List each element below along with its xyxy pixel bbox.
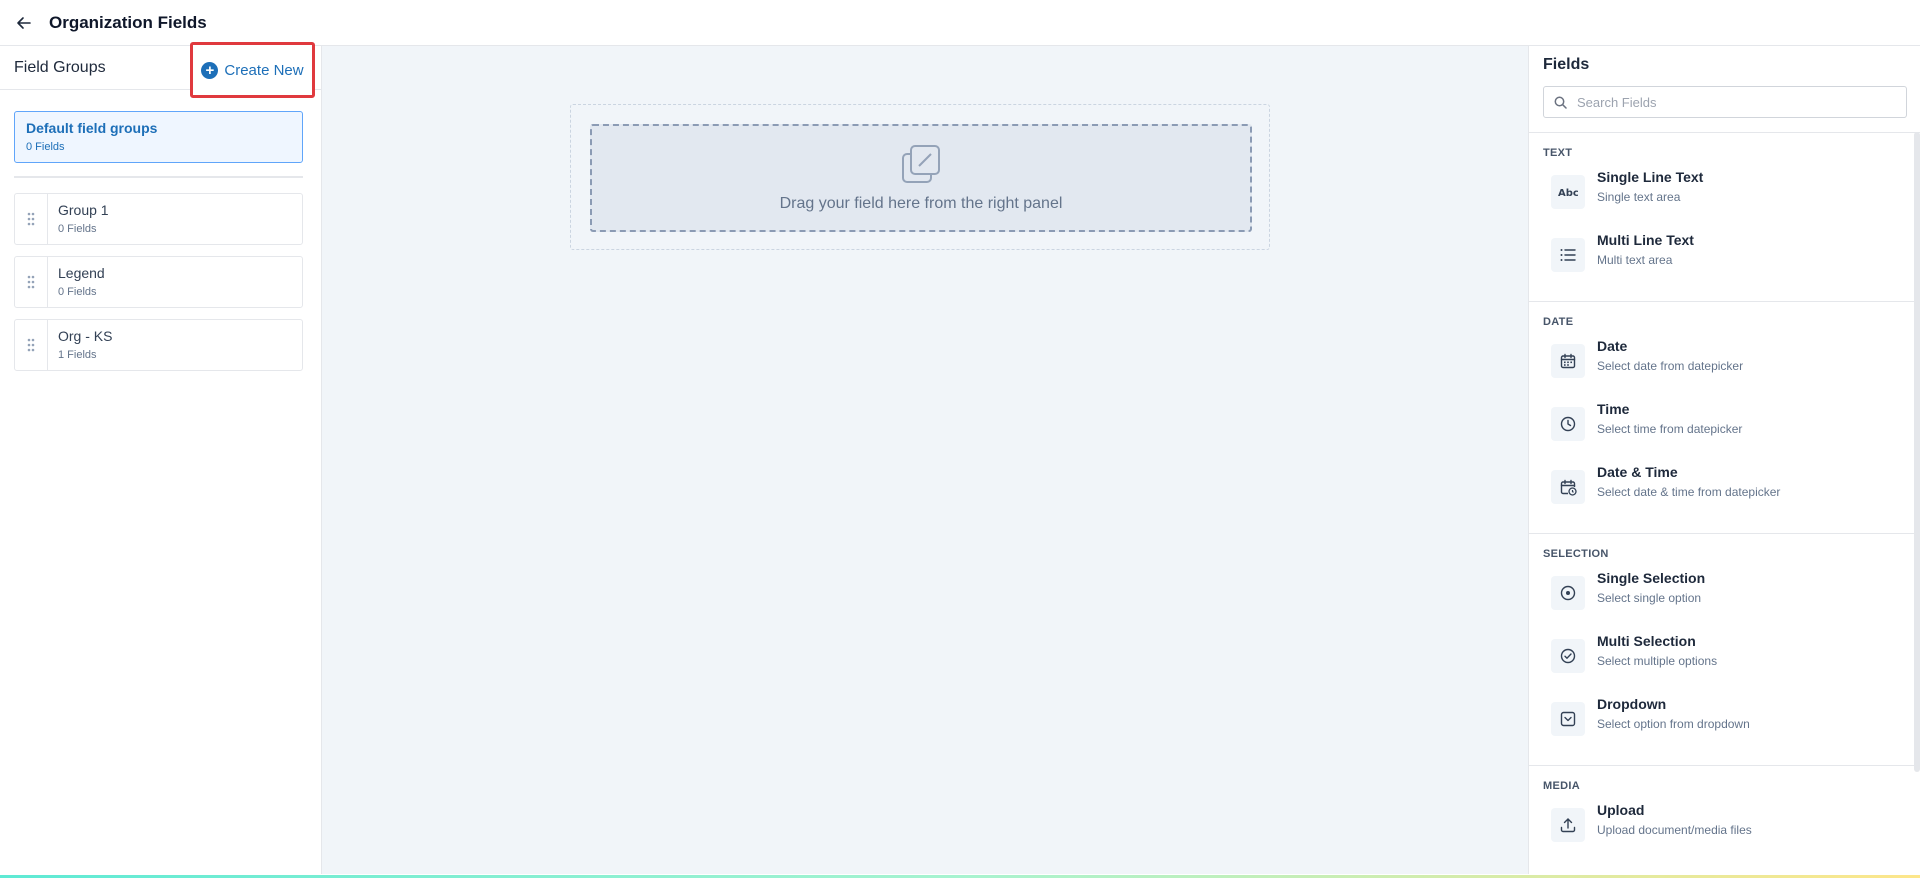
copy-icon [902, 145, 940, 183]
field-single-line-text[interactable]: Abc Single Line Text Single text area [1529, 169, 1920, 232]
group-count: 0 Fields [58, 223, 97, 235]
arrow-left-icon [17, 16, 31, 29]
field-multi-selection[interactable]: Multi Selection Select multiple options [1529, 633, 1920, 696]
default-field-group[interactable]: Default field groups 0 Fields [14, 111, 303, 163]
upload-icon [1551, 808, 1585, 842]
drop-zone-text: Drag your field here from the right pane… [779, 195, 1063, 212]
search-box [1543, 86, 1907, 118]
drop-zone[interactable]: Drag your field here from the right pane… [590, 124, 1252, 232]
drop-zone-container: Drag your field here from the right pane… [570, 104, 1270, 250]
section-selection: SELECTION Single Selection Select single… [1529, 534, 1920, 766]
fields-title: Fields [1543, 56, 1590, 73]
fields-list: TEXT Abc Single Line Text Single text ar… [1529, 132, 1920, 874]
group-title: Org - KS [58, 328, 113, 344]
group-count: 0 Fields [26, 141, 65, 153]
field-date[interactable]: Date Select date from datepicker [1529, 338, 1920, 401]
section-label: SELECTION [1543, 548, 1609, 560]
field-groups-panel: Field Groups + Create New Default field … [0, 42, 322, 874]
fields-panel: Fields TEXT Abc Single Line Text Single … [1528, 46, 1920, 874]
create-new-label: Create New [224, 61, 304, 79]
field-dropdown[interactable]: Dropdown Select option from dropdown [1529, 696, 1920, 759]
field-groups-title: Field Groups [14, 58, 106, 76]
section-date: DATE Date Select date from datepicker Ti… [1529, 302, 1920, 534]
clock-icon [1551, 407, 1585, 441]
group-card[interactable]: Org - KS 1 Fields [14, 319, 303, 371]
drag-handle-icon[interactable] [15, 257, 48, 307]
field-multi-line-text[interactable]: Multi Line Text Multi text area [1529, 232, 1920, 295]
svg-text:Abc: Abc [1558, 188, 1578, 199]
group-title: Default field groups [26, 120, 158, 136]
field-desc: Select time from datepicker [1597, 422, 1743, 436]
calendar-icon [1551, 344, 1585, 378]
field-name: Date [1597, 338, 1628, 354]
field-desc: Upload document/media files [1597, 823, 1752, 837]
section-label: DATE [1543, 316, 1574, 328]
section-label: TEXT [1543, 147, 1573, 159]
field-desc: Select option from dropdown [1597, 717, 1750, 731]
list-icon [1551, 238, 1585, 272]
calendar-clock-icon [1551, 470, 1585, 504]
group-count: 0 Fields [58, 286, 97, 298]
field-name: Single Selection [1597, 570, 1706, 586]
page-title: Organization Fields [49, 12, 207, 32]
group-count: 1 Fields [58, 349, 97, 361]
dropdown-icon [1551, 702, 1585, 736]
field-date-time[interactable]: Date & Time Select date & time from date… [1529, 464, 1920, 527]
field-name: Date & Time [1597, 464, 1678, 480]
section-media: MEDIA Upload Upload document/media files [1529, 766, 1920, 871]
drag-handle-icon[interactable] [15, 194, 48, 244]
field-groups-header: Field Groups + Create New [0, 42, 321, 98]
drag-handle-icon[interactable] [15, 320, 48, 370]
field-desc: Select date & time from datepicker [1597, 485, 1781, 499]
field-name: Time [1597, 401, 1630, 417]
check-circle-icon [1551, 639, 1585, 673]
abc-icon: Abc [1551, 175, 1585, 209]
field-time[interactable]: Time Select time from datepicker [1529, 401, 1920, 464]
divider [14, 176, 303, 178]
radio-icon [1551, 576, 1585, 610]
field-name: Upload [1597, 802, 1645, 818]
field-desc: Multi text area [1597, 253, 1673, 267]
top-header: Organization Fields [0, 0, 1920, 46]
create-new-button[interactable]: + Create New [190, 42, 315, 98]
fields-scrollbar[interactable] [1914, 132, 1920, 772]
form-canvas: Drag your field here from the right pane… [322, 46, 1528, 874]
group-title: Group 1 [58, 202, 109, 218]
group-title: Legend [58, 265, 105, 281]
field-name: Dropdown [1597, 696, 1667, 712]
search-fields-input[interactable] [1577, 94, 1897, 110]
section-text: TEXT Abc Single Line Text Single text ar… [1529, 133, 1920, 302]
field-desc: Select multiple options [1597, 654, 1718, 668]
field-desc: Select single option [1597, 591, 1702, 605]
field-name: Single Line Text [1597, 169, 1704, 185]
search-icon [1554, 96, 1567, 109]
group-card[interactable]: Group 1 0 Fields [14, 193, 303, 245]
field-desc: Select date from datepicker [1597, 359, 1744, 373]
plus-circle-icon: + [201, 61, 219, 79]
field-single-selection[interactable]: Single Selection Select single option [1529, 570, 1920, 633]
field-name: Multi Line Text [1597, 232, 1694, 248]
field-name: Multi Selection [1597, 633, 1696, 649]
group-card[interactable]: Legend 0 Fields [14, 256, 303, 308]
field-upload[interactable]: Upload Upload document/media files [1529, 802, 1920, 865]
back-button[interactable] [12, 11, 36, 35]
section-label: MEDIA [1543, 780, 1580, 792]
field-desc: Single text area [1597, 190, 1681, 204]
